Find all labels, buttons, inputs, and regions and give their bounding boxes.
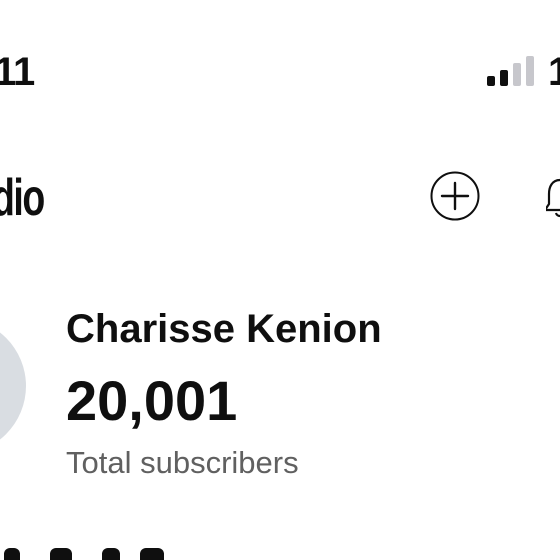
avatar[interactable] <box>0 318 26 454</box>
notifications-button[interactable] <box>543 176 560 220</box>
next-section-text-fragment <box>102 548 120 560</box>
subscriber-label: Total subscribers <box>66 445 299 480</box>
page-title: dio <box>0 169 45 227</box>
plus-circle-icon <box>430 171 480 221</box>
battery-percent: 1 <box>548 50 560 94</box>
next-section-text-fragment <box>4 548 20 560</box>
next-section-text-fragment <box>50 548 72 560</box>
signal-bar-1 <box>487 76 495 86</box>
signal-bar-2 <box>500 70 508 86</box>
next-section-text-fragment <box>140 548 164 560</box>
app-screen: 11 1 dio Charisse Kenion 20,001 Total su… <box>0 0 560 560</box>
create-button[interactable] <box>430 171 480 221</box>
signal-bar-3 <box>513 63 521 86</box>
subscriber-count: 20,001 <box>66 369 238 432</box>
cellular-signal-icon <box>487 56 534 86</box>
channel-name: Charisse Kenion <box>66 307 382 351</box>
status-time: 11 <box>0 50 35 94</box>
signal-bar-4 <box>526 56 534 86</box>
bell-icon <box>543 178 560 218</box>
